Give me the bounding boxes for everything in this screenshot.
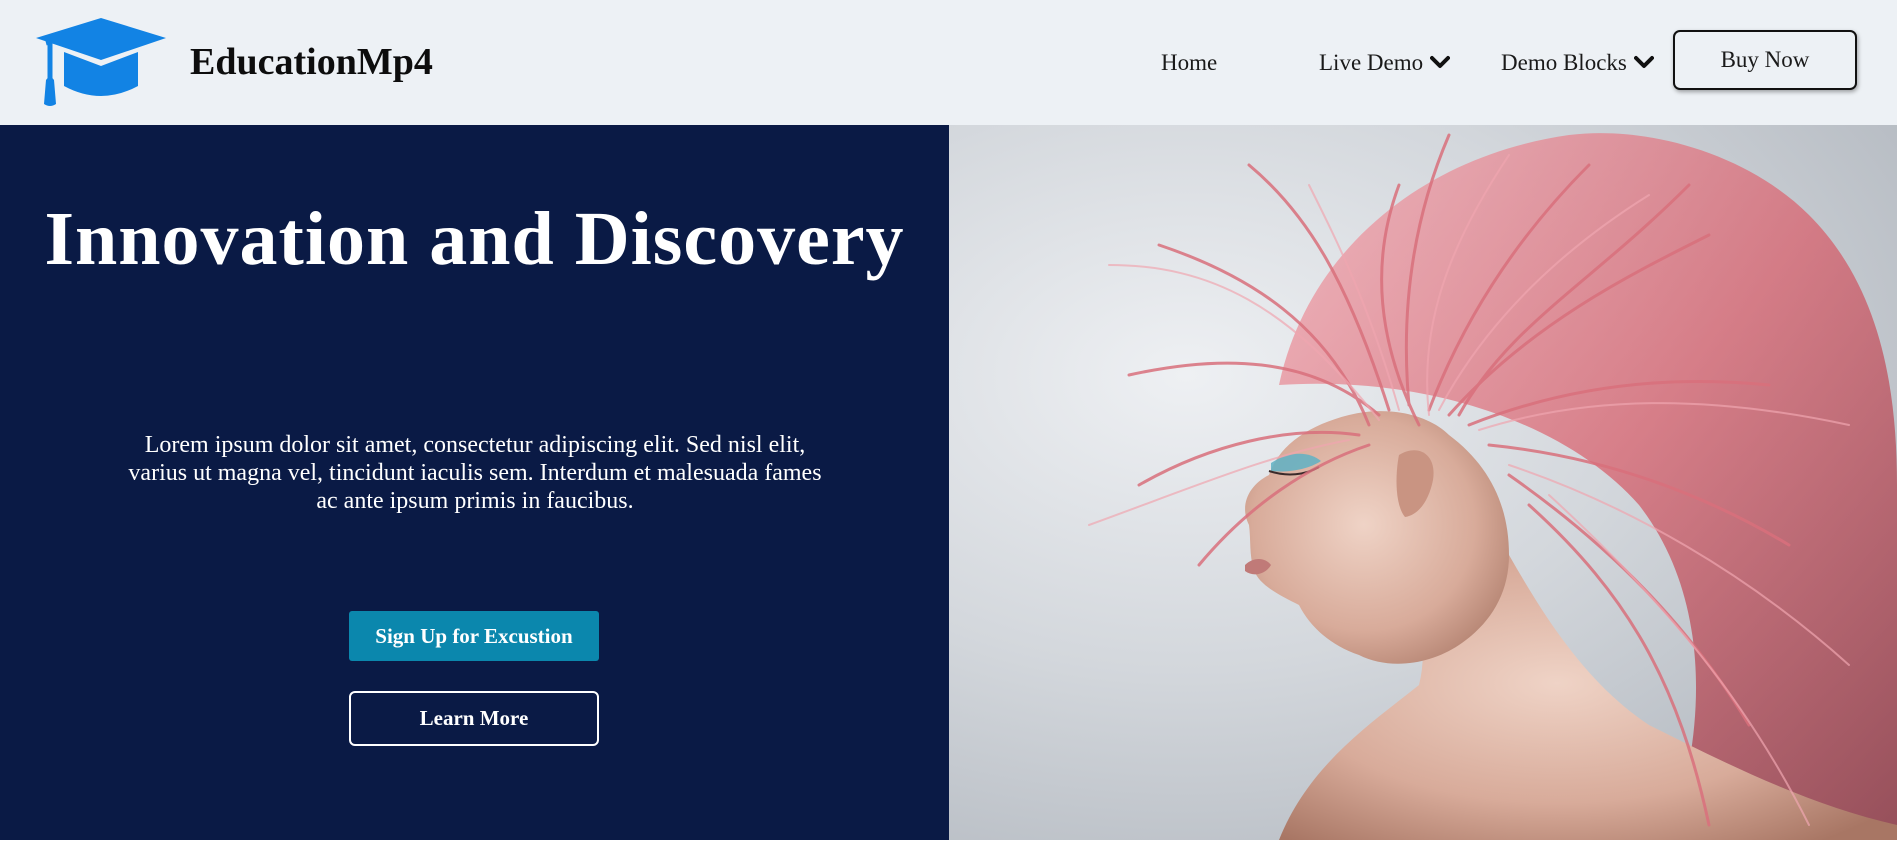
woman-pink-hair-illustration (1088, 133, 1897, 840)
hero-description: Lorem ipsum dolor sit amet, consectetur … (128, 432, 822, 514)
nav-home[interactable]: Home (1161, 48, 1217, 78)
sign-up-button[interactable]: Sign Up for Excustion (349, 611, 599, 661)
learn-more-button[interactable]: Learn More (349, 691, 599, 746)
site-header: EducationMp4 Home Live Demo Demo Blocks … (0, 0, 1897, 125)
nav-live-demo-label: Live Demo (1319, 50, 1424, 75)
nav-demo-blocks-label: Demo Blocks (1501, 50, 1627, 75)
hero-section: Innovation and Discovery Lorem ipsum dol… (0, 125, 949, 840)
graduation-cap-icon[interactable] (34, 16, 168, 108)
chevron-down-icon (1633, 56, 1654, 68)
hero-image (949, 125, 1897, 840)
hero-title: Innovation and Discovery (44, 197, 905, 281)
buy-now-button[interactable]: Buy Now (1673, 30, 1857, 90)
nav-demo-blocks[interactable]: Demo Blocks (1501, 48, 1654, 78)
nav-live-demo[interactable]: Live Demo (1319, 48, 1450, 78)
brand-name[interactable]: EducationMp4 (190, 38, 433, 86)
chevron-down-icon (1429, 56, 1450, 68)
nav-home-label: Home (1161, 50, 1218, 75)
